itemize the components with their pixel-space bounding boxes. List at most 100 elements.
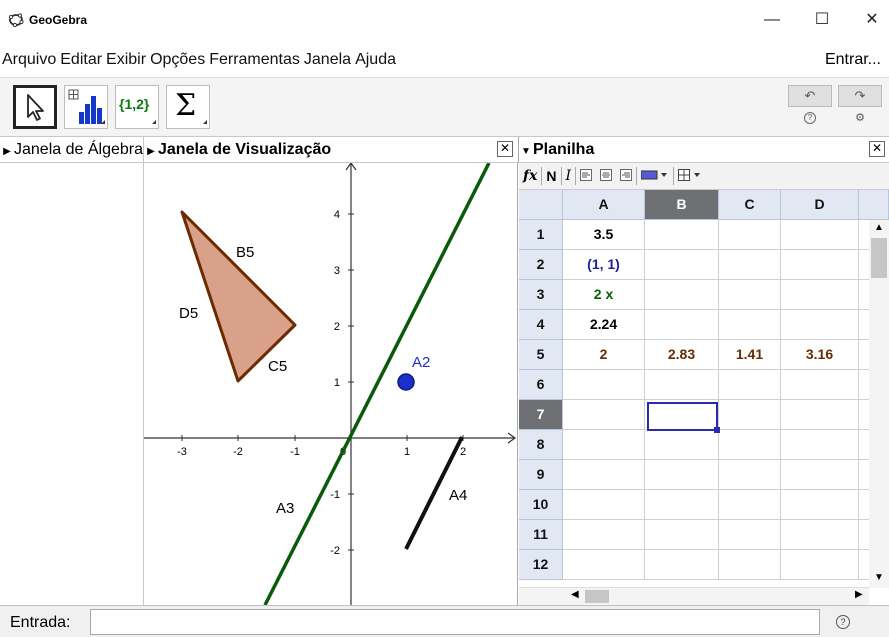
menu-opcoes[interactable]: Opções [148,51,207,69]
row-header[interactable]: 11 [519,520,563,550]
spreadsheet-vertical-scrollbar[interactable]: ▲ ▼ [869,220,889,588]
table-cell[interactable] [719,400,781,430]
table-cell[interactable] [781,490,859,520]
column-header-d[interactable]: D [781,190,859,220]
menu-ajuda[interactable]: Ajuda [353,51,398,69]
italic-button[interactable]: I [562,167,577,185]
table-cell[interactable] [645,520,719,550]
graphics-canvas[interactable]: -3 -2 -1 0 1 2 4 3 2 1 -1 -2 B5 D5 C5 A3… [144,163,518,605]
scroll-right-icon[interactable]: ▶ [855,589,863,600]
table-cell[interactable] [645,220,719,250]
scroll-left-icon[interactable]: ◀ [571,589,579,600]
table-cell[interactable] [719,370,781,400]
table-cell[interactable] [719,520,781,550]
table-cell[interactable]: (1, 1) [563,250,645,280]
minimize-button[interactable]: — [760,10,784,30]
border-style-button[interactable] [674,167,710,185]
table-cell[interactable] [719,220,781,250]
row-header[interactable]: 1 [519,220,563,250]
row-header[interactable]: 10 [519,490,563,520]
bold-button[interactable]: N [542,167,562,185]
table-cell[interactable]: 2 x [563,280,645,310]
table-cell[interactable] [781,550,859,580]
redo-button[interactable]: ↷ [838,85,882,107]
table-cell[interactable] [645,250,719,280]
command-input[interactable] [90,609,820,635]
table-cell[interactable] [719,280,781,310]
table-cell[interactable] [781,520,859,550]
row-header[interactable]: 9 [519,460,563,490]
table-cell[interactable] [781,370,859,400]
table-cell[interactable]: 3.16 [781,340,859,370]
settings-gear-icon[interactable]: ⚙ [850,111,870,131]
menu-arquivo[interactable]: Arquivo [0,51,58,69]
table-cell[interactable]: 3.5 [563,220,645,250]
undo-button[interactable]: ↶ [788,85,832,107]
table-cell[interactable] [781,460,859,490]
table-cell[interactable] [645,370,719,400]
scrollbar-thumb[interactable] [871,238,887,278]
table-cell[interactable] [781,220,859,250]
column-header-b[interactable]: B [645,190,719,220]
login-link[interactable]: Entrar... [825,51,881,69]
table-cell[interactable] [719,550,781,580]
column-header-e[interactable] [859,190,889,220]
algebra-view-header[interactable]: ▶ Janela de Álgebra [0,137,144,163]
table-cell[interactable] [719,430,781,460]
maximize-button[interactable]: ☐ [810,10,834,30]
close-spreadsheet-icon[interactable]: ✕ [869,141,885,157]
table-cell[interactable] [645,310,719,340]
table-cell[interactable]: 2.83 [645,340,719,370]
table-cell[interactable] [719,250,781,280]
scrollbar-thumb[interactable] [585,590,609,603]
spreadsheet-horizontal-scrollbar[interactable]: ◀ ▶ [519,587,869,605]
align-left-icon[interactable] [576,167,596,185]
row-header[interactable]: 2 [519,250,563,280]
table-cell[interactable] [563,520,645,550]
spreadsheet-grid[interactable]: A B C D 1 3.5 2 (1, 1) 3 2 x 4 2.24 5 2 2.83 1.41 3.… [519,190,889,605]
menu-editar[interactable]: Editar [58,51,104,69]
table-cell[interactable] [781,310,859,340]
menu-ferramentas[interactable]: Ferramentas [207,51,302,69]
table-cell[interactable] [563,400,645,430]
sum-tool-button[interactable]: Σ [166,85,210,129]
triangle-polygon[interactable] [180,210,297,383]
scroll-up-icon[interactable]: ▲ [874,222,884,233]
table-cell[interactable] [563,460,645,490]
table-cell[interactable] [719,460,781,490]
table-cell[interactable] [563,490,645,520]
background-color-button[interactable] [637,167,675,185]
table-cell[interactable] [781,430,859,460]
row-header[interactable]: 7 [519,400,563,430]
row-header[interactable]: 12 [519,550,563,580]
close-button[interactable]: ✕ [860,10,884,30]
table-cell[interactable] [645,430,719,460]
graphics-view[interactable]: -3 -2 -1 0 1 2 4 3 2 1 -1 -2 B5 D5 C5 A3… [144,163,518,605]
input-bar-toggle-icon[interactable]: fx [519,167,543,185]
table-cell[interactable]: 2.24 [563,310,645,340]
row-header[interactable]: 5 [519,340,563,370]
help-icon[interactable]: ? [800,111,820,131]
menu-exibir[interactable]: Exibir [104,51,148,69]
corner-header[interactable] [519,190,563,220]
point-a2[interactable] [397,373,415,391]
chart-tool-button[interactable] [64,85,108,129]
row-header[interactable]: 4 [519,310,563,340]
table-cell[interactable] [781,400,859,430]
menu-janela[interactable]: Janela [302,51,353,69]
table-cell[interactable] [781,280,859,310]
table-cell[interactable] [563,430,645,460]
algebra-view[interactable] [0,163,144,605]
fill-handle[interactable] [714,427,720,433]
table-cell[interactable] [563,370,645,400]
scroll-down-icon[interactable]: ▼ [874,572,884,583]
column-header-a[interactable]: A [563,190,645,220]
table-cell[interactable] [645,460,719,490]
table-cell[interactable] [645,400,719,430]
close-graphics-view-icon[interactable]: ✕ [497,141,513,157]
table-cell[interactable] [645,280,719,310]
table-cell[interactable] [645,490,719,520]
table-cell[interactable]: 1.41 [719,340,781,370]
table-cell[interactable] [645,550,719,580]
table-cell[interactable]: 2 [563,340,645,370]
